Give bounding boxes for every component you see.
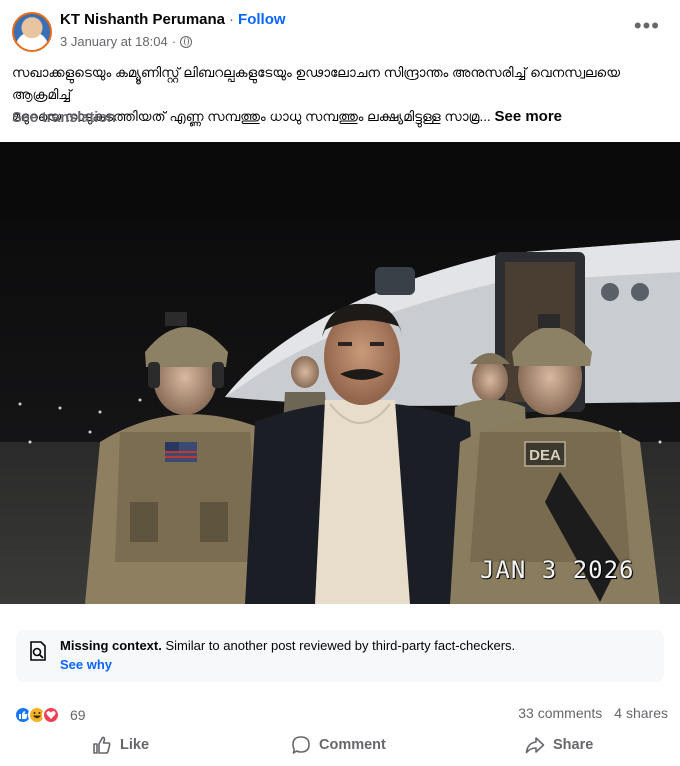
thumbs-up-icon [93,736,111,754]
globe-icon [180,35,193,48]
see-translation-link[interactable]: See translation [12,110,116,126]
post-photo[interactable]: DEA JAN 3 2026 [0,142,680,604]
author-line: KT Nishanth Perumana · Follow [60,11,286,28]
shares-count[interactable]: 4 shares [614,705,668,721]
dea-patch: DEA [529,447,561,464]
fact-check-description: Similar to another post reviewed by thir… [161,638,516,653]
share-button[interactable]: Share [525,735,593,755]
reactions-summary[interactable]: 69 [14,704,86,726]
author-name[interactable]: KT Nishanth Perumana [60,11,225,28]
post-actions: Like Comment Share [0,730,680,760]
share-label: Share [553,737,594,753]
comment-button[interactable]: Comment [291,735,386,755]
meta-separator: · [171,34,177,49]
post-header: KT Nishanth Perumana · Follow 3 January at… [0,0,680,60]
letterbox-top [0,142,680,222]
fact-check-text: Missing context. Similar to another post… [60,638,515,653]
engagement-stats: 33 comments 4 shares [518,705,668,721]
reaction-count: 69 [70,707,86,723]
post-text-line-1: സഖാക്കളുടെയും കമ്യൂണിസ്റ്റ് ലിബറല്പകളുടേ… [12,65,620,102]
see-more-link[interactable]: See more [494,108,562,125]
fact-check-notice: Missing context. Similar to another post… [16,630,664,682]
follow-button[interactable]: Follow [238,11,286,28]
comment-label: Comment [319,737,386,753]
separator: · [229,11,235,28]
post-meta: 3 January at 18:04 · [60,34,193,49]
more-options-icon[interactable]: ••• [634,15,660,37]
photo-scene: DEA [0,142,680,604]
see-why-link[interactable]: See why [60,657,112,672]
comments-count[interactable]: 33 comments [518,705,602,721]
like-button[interactable]: Like [92,735,149,755]
photo-date-stamp: JAN 3 2026 [480,556,635,584]
love-reaction-icon [42,706,60,724]
fact-check-title: Missing context. [60,638,162,653]
post-timestamp[interactable]: 3 January at 18:04 [60,34,168,49]
comment-icon [292,736,310,754]
like-label: Like [120,737,150,753]
search-document-icon [30,641,46,661]
author-avatar[interactable] [12,12,52,52]
share-icon [525,737,545,754]
